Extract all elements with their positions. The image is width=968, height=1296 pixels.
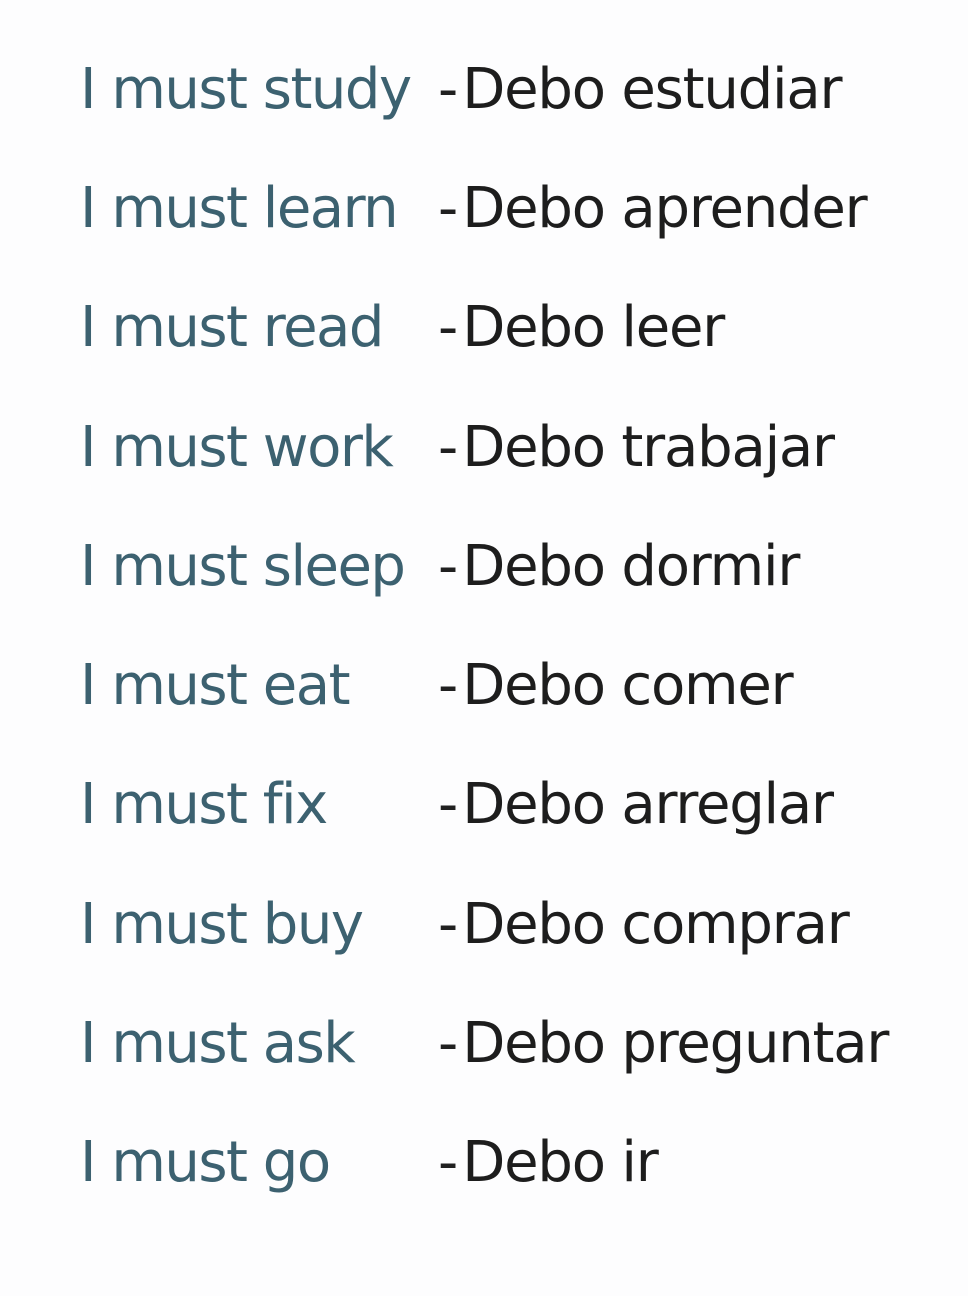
english-phrase: I must ask	[80, 1011, 356, 1077]
separator-dash: -	[438, 772, 459, 838]
english-phrase: I must sleep	[80, 533, 406, 599]
separator-dash: -	[438, 533, 459, 599]
phrase-row: I must buy - Debo comprar	[80, 865, 940, 984]
spanish-phrase: Debo trabajar	[462, 414, 835, 480]
spanish-phrase: Debo ir	[462, 1130, 659, 1196]
english-phrase: I must fix	[80, 772, 328, 838]
spanish-phrase: Debo estudiar	[462, 56, 842, 122]
spanish-phrase: Debo arreglar	[462, 772, 834, 838]
phrase-row: I must work - Debo trabajar	[80, 388, 940, 507]
spanish-phrase: Debo dormir	[462, 533, 800, 599]
english-phrase: I must buy	[80, 891, 364, 957]
spanish-phrase: Debo leer	[462, 295, 725, 361]
english-phrase: I must go	[80, 1130, 331, 1196]
english-phrase: I must work	[80, 414, 394, 480]
separator-dash: -	[438, 175, 459, 241]
spanish-phrase: Debo comprar	[462, 891, 849, 957]
phrase-row: I must sleep - Debo dormir	[80, 507, 940, 626]
phrase-row: I must eat - Debo comer	[80, 626, 940, 745]
english-phrase: I must eat	[80, 653, 351, 719]
vocabulary-card: { "phrases": [ {"english": "I must study…	[0, 0, 968, 1296]
phrase-row: I must read - Debo leer	[80, 269, 940, 388]
separator-dash: -	[438, 414, 459, 480]
phrase-row: I must ask - Debo preguntar	[80, 984, 940, 1103]
english-phrase: I must learn	[80, 175, 399, 241]
separator-dash: -	[438, 653, 459, 719]
phrase-row: I must go - Debo ir	[80, 1104, 940, 1223]
english-phrase: I must read	[80, 295, 384, 361]
english-phrase: I must study	[80, 56, 412, 122]
phrase-row: I must fix - Debo arreglar	[80, 746, 940, 865]
spanish-phrase: Debo aprender	[462, 175, 867, 241]
spanish-phrase: Debo comer	[462, 653, 793, 719]
separator-dash: -	[438, 56, 459, 122]
spanish-phrase: Debo preguntar	[462, 1011, 889, 1077]
separator-dash: -	[438, 1011, 459, 1077]
phrase-list: I must study - Debo estudiar I must lear…	[80, 30, 940, 1223]
separator-dash: -	[438, 891, 459, 957]
phrase-row: I must learn - Debo aprender	[80, 149, 940, 268]
phrase-row: I must study - Debo estudiar	[80, 30, 940, 149]
separator-dash: -	[438, 1130, 459, 1196]
separator-dash: -	[438, 295, 459, 361]
